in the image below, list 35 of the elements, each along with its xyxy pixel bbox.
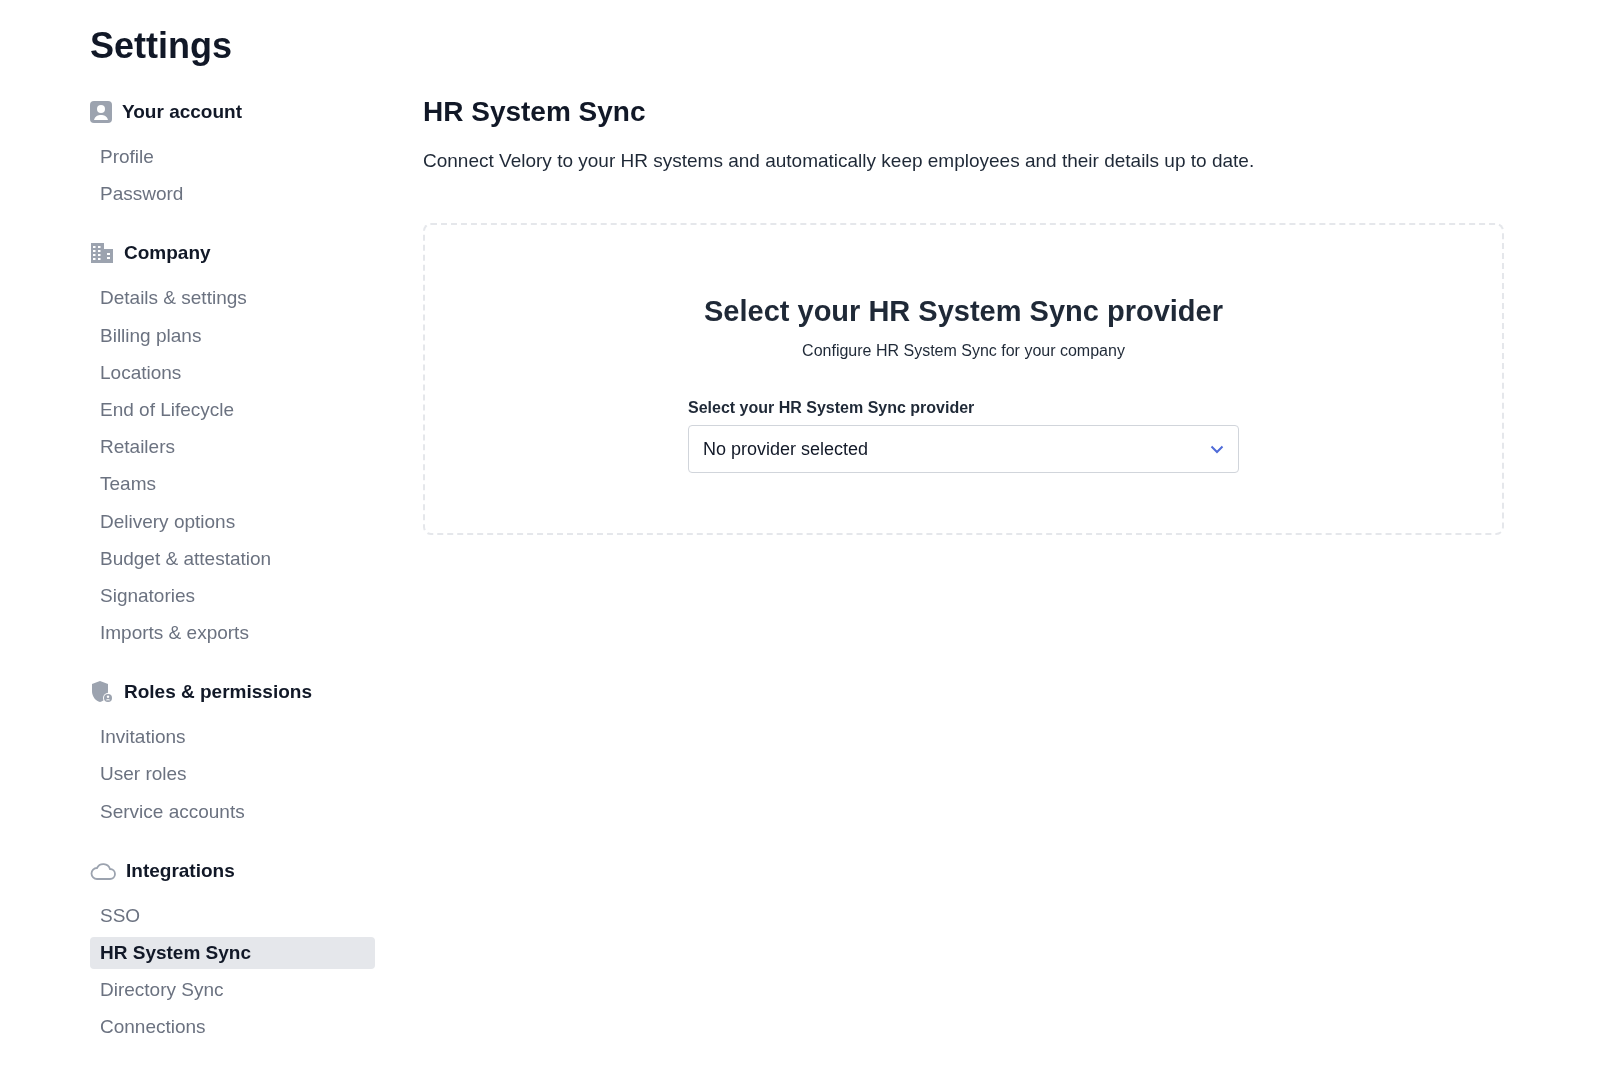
sidebar-item[interactable]: Locations xyxy=(90,356,375,389)
person-icon xyxy=(90,101,112,123)
sidebar-item[interactable]: Budget & attestation xyxy=(90,542,375,575)
chevron-down-icon xyxy=(1210,444,1224,454)
section-description: Connect Velory to your HR systems and automatically keep employees and their details up to date. xyxy=(423,150,1256,172)
sidebar-item[interactable]: Billing plans xyxy=(90,319,375,352)
sidebar-item[interactable]: SSO xyxy=(90,899,375,932)
sidebar-item[interactable]: Delivery options xyxy=(90,505,375,538)
field-label: Select your HR System Sync provider xyxy=(688,399,976,417)
sidebar-item[interactable]: Directory Sync xyxy=(90,974,375,1007)
shield-icon xyxy=(90,680,114,705)
sidebar-item[interactable]: End of Lifecycle xyxy=(90,393,375,426)
sidebar-item[interactable]: User roles xyxy=(90,758,375,791)
card-subtitle: Configure HR System Sync for your company xyxy=(802,342,1125,360)
card-title: Select your HR System Sync provider xyxy=(704,295,1223,328)
sidebar-item[interactable]: HR System Sync xyxy=(90,937,375,969)
sidebar-item[interactable]: Profile xyxy=(90,141,375,173)
section-heading: Roles & permissions xyxy=(124,681,312,704)
sidebar-item[interactable]: Imports & exports xyxy=(90,617,375,650)
sidebar-item[interactable]: Connections xyxy=(90,1011,375,1044)
sidebar-item[interactable]: Signatories xyxy=(90,579,375,612)
sidebar-item[interactable]: Password xyxy=(90,178,375,211)
sidebar-item[interactable]: Teams xyxy=(90,468,375,501)
building-icon xyxy=(90,242,114,265)
sidebar-item[interactable]: Invitations xyxy=(90,721,375,754)
cloud-icon xyxy=(90,860,116,881)
provider-select[interactable]: No provider selected xyxy=(688,425,1239,473)
section-title: HR System Sync xyxy=(423,96,647,128)
section-heading: Your account xyxy=(122,101,242,123)
section-heading: Company xyxy=(124,242,211,265)
page-title: Settings xyxy=(90,25,233,67)
section-heading: Integrations xyxy=(126,859,235,882)
sidebar-item[interactable]: Retailers xyxy=(90,431,375,464)
sidebar-item[interactable]: Details & settings xyxy=(90,282,375,315)
sidebar-item[interactable]: Service accounts xyxy=(90,795,375,828)
